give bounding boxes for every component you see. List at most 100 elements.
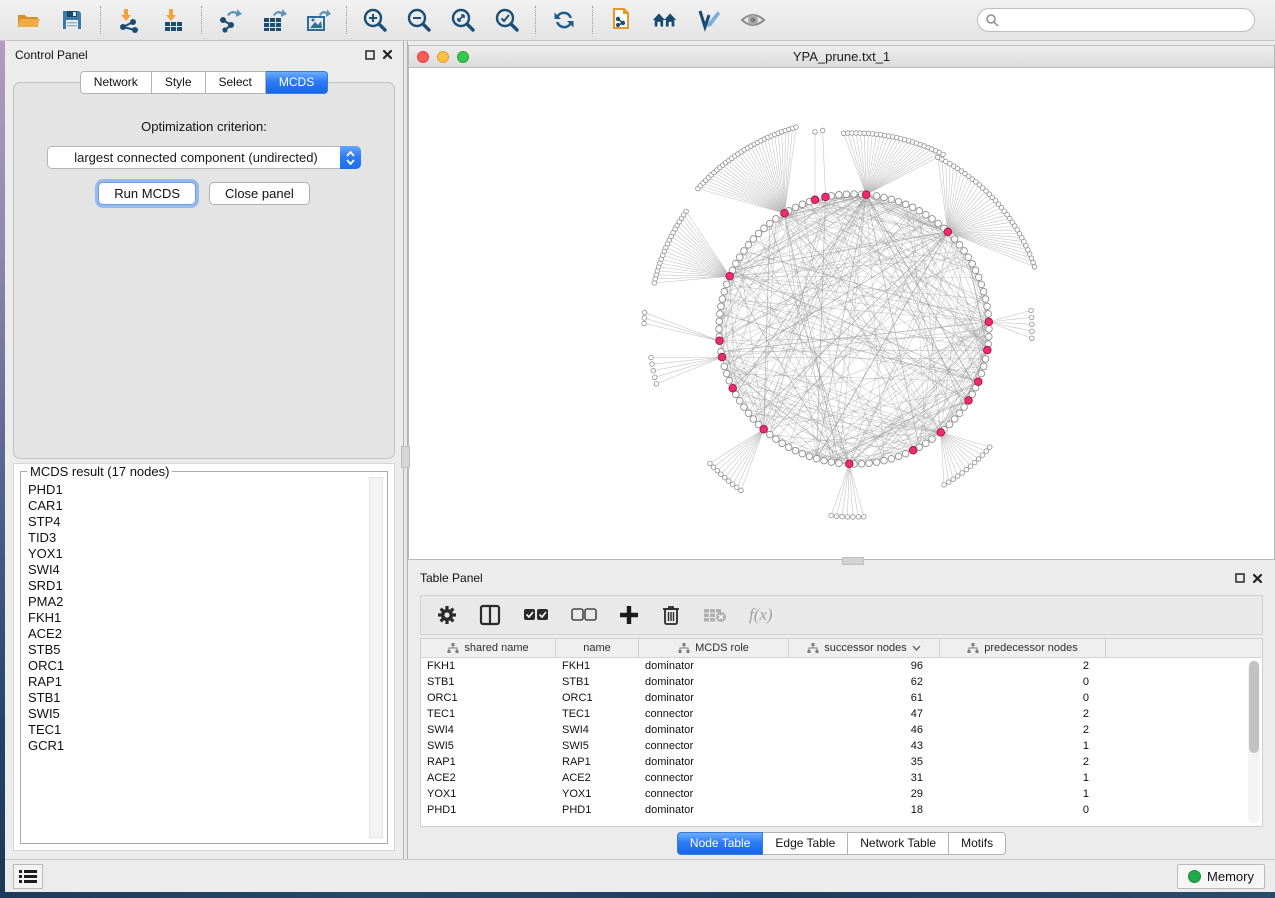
tab-select[interactable]: Select bbox=[206, 71, 266, 94]
tab-mcds[interactable]: MCDS bbox=[266, 71, 328, 94]
deselect-all-button[interactable] bbox=[571, 602, 597, 628]
graph-leaf-node[interactable] bbox=[726, 479, 731, 484]
table-row[interactable]: PHD1PHD1dominator180 bbox=[421, 802, 1262, 818]
horizontal-splitter[interactable] bbox=[408, 560, 1275, 565]
graph-leaf-node[interactable] bbox=[1029, 315, 1034, 320]
close-panel-button[interactable]: Close panel bbox=[209, 182, 310, 205]
graph-mcds-node[interactable] bbox=[811, 196, 819, 204]
graph-leaf-node[interactable] bbox=[988, 445, 993, 450]
graph-node[interactable] bbox=[866, 460, 873, 467]
graph-node[interactable] bbox=[873, 459, 880, 466]
graph-node[interactable] bbox=[717, 311, 724, 318]
graph-node[interactable] bbox=[767, 431, 774, 438]
graph-node[interactable] bbox=[813, 455, 820, 462]
task-history-button[interactable] bbox=[13, 864, 43, 889]
graph-node[interactable] bbox=[980, 288, 987, 295]
graph-node[interactable] bbox=[978, 281, 985, 288]
graph-leaf-node[interactable] bbox=[719, 472, 724, 477]
column-header-name[interactable]: name bbox=[556, 639, 639, 657]
graph-leaf-node[interactable] bbox=[1032, 265, 1037, 270]
graph-node[interactable] bbox=[972, 267, 979, 274]
graph-node[interactable] bbox=[923, 440, 930, 447]
graph-node[interactable] bbox=[902, 201, 909, 208]
graph-node[interactable] bbox=[821, 457, 828, 464]
graph-leaf-node[interactable] bbox=[951, 477, 956, 482]
graph-node[interactable] bbox=[923, 211, 930, 218]
graph-node[interactable] bbox=[916, 208, 923, 215]
graph-leaf-node[interactable] bbox=[980, 453, 985, 458]
table-scrollbar[interactable] bbox=[1248, 660, 1260, 823]
graph-node[interactable] bbox=[755, 230, 762, 237]
graph-node[interactable] bbox=[767, 220, 774, 227]
graph-leaf-node[interactable] bbox=[851, 515, 856, 520]
graph-leaf-node[interactable] bbox=[651, 368, 656, 373]
tab-node-table[interactable]: Node Table bbox=[677, 832, 764, 855]
mcds-result-item[interactable]: TID3 bbox=[28, 530, 385, 546]
graph-mcds-node[interactable] bbox=[965, 397, 973, 405]
graph-leaf-node[interactable] bbox=[946, 480, 951, 485]
graph-node[interactable] bbox=[726, 377, 733, 384]
graph-node[interactable] bbox=[716, 318, 723, 325]
graph-node[interactable] bbox=[836, 192, 843, 199]
graph-node[interactable] bbox=[799, 201, 806, 208]
graph-leaf-node[interactable] bbox=[941, 152, 946, 157]
mcds-result-item[interactable]: YOX1 bbox=[28, 546, 385, 562]
graph-leaf-node[interactable] bbox=[715, 468, 720, 473]
graph-leaf-node[interactable] bbox=[968, 464, 973, 469]
graph-node[interactable] bbox=[733, 260, 740, 267]
graph-leaf-node[interactable] bbox=[1029, 308, 1034, 313]
export-network-button[interactable] bbox=[216, 6, 244, 34]
graph-mcds-node[interactable] bbox=[985, 318, 993, 326]
mcds-result-item[interactable]: STP4 bbox=[28, 514, 385, 530]
table-row[interactable]: TEC1TEC1connector472 bbox=[421, 706, 1262, 722]
close-panel-icon[interactable] bbox=[382, 49, 393, 60]
delete-columns-button[interactable] bbox=[661, 602, 681, 628]
graph-node[interactable] bbox=[773, 216, 780, 223]
graph-node[interactable] bbox=[951, 236, 958, 243]
mcds-result-item[interactable]: PHD1 bbox=[28, 482, 385, 498]
graph-leaf-node[interactable] bbox=[1030, 329, 1035, 334]
graph-node[interactable] bbox=[828, 459, 835, 466]
graph-node[interactable] bbox=[982, 296, 989, 303]
zoom-fit-button[interactable] bbox=[449, 6, 477, 34]
graph-node[interactable] bbox=[985, 311, 992, 318]
graph-leaf-node[interactable] bbox=[711, 465, 716, 470]
show-columns-button[interactable] bbox=[479, 602, 501, 628]
graph-node[interactable] bbox=[851, 191, 858, 198]
graph-node[interactable] bbox=[909, 204, 916, 211]
graph-node[interactable] bbox=[718, 303, 725, 310]
graph-mcds-node[interactable] bbox=[944, 228, 952, 236]
graph-node[interactable] bbox=[895, 453, 902, 460]
network-canvas[interactable] bbox=[409, 68, 1274, 559]
graph-leaf-node[interactable] bbox=[856, 515, 861, 520]
mcds-result-item[interactable]: FKH1 bbox=[28, 610, 385, 626]
mcds-result-item[interactable]: SRD1 bbox=[28, 578, 385, 594]
graph-node[interactable] bbox=[984, 303, 991, 310]
table-row[interactable]: ORC1ORC1dominator610 bbox=[421, 690, 1262, 706]
graph-node[interactable] bbox=[975, 274, 982, 281]
apply-preferred-layout-button[interactable] bbox=[550, 6, 578, 34]
graph-node[interactable] bbox=[888, 455, 895, 462]
graph-leaf-node[interactable] bbox=[650, 362, 655, 367]
graph-leaf-node[interactable] bbox=[955, 474, 960, 479]
table-row[interactable]: STB1STB1dominator620 bbox=[421, 674, 1262, 690]
graph-leaf-node[interactable] bbox=[942, 483, 947, 488]
graph-node[interactable] bbox=[946, 421, 953, 428]
column-header-shared-name[interactable]: shared name bbox=[421, 639, 556, 657]
zoom-out-button[interactable] bbox=[405, 6, 433, 34]
mcds-result-item[interactable]: SWI4 bbox=[28, 562, 385, 578]
result-scrollbar[interactable] bbox=[369, 477, 383, 838]
import-network-button[interactable] bbox=[115, 6, 143, 34]
graph-node[interactable] bbox=[843, 191, 850, 198]
new-network-from-selection-button[interactable] bbox=[607, 6, 635, 34]
graph-leaf-node[interactable] bbox=[653, 375, 658, 380]
graph-node[interactable] bbox=[716, 326, 723, 333]
vertical-splitter[interactable] bbox=[403, 41, 408, 859]
graph-leaf-node[interactable] bbox=[642, 310, 647, 315]
graph-node[interactable] bbox=[986, 326, 993, 333]
mcds-result-item[interactable]: SWI5 bbox=[28, 706, 385, 722]
graph-node[interactable] bbox=[779, 440, 786, 447]
show-graphics-details-button[interactable] bbox=[739, 6, 767, 34]
column-header-predecessor-nodes[interactable]: predecessor nodes bbox=[940, 639, 1106, 657]
graph-node[interactable] bbox=[888, 196, 895, 203]
